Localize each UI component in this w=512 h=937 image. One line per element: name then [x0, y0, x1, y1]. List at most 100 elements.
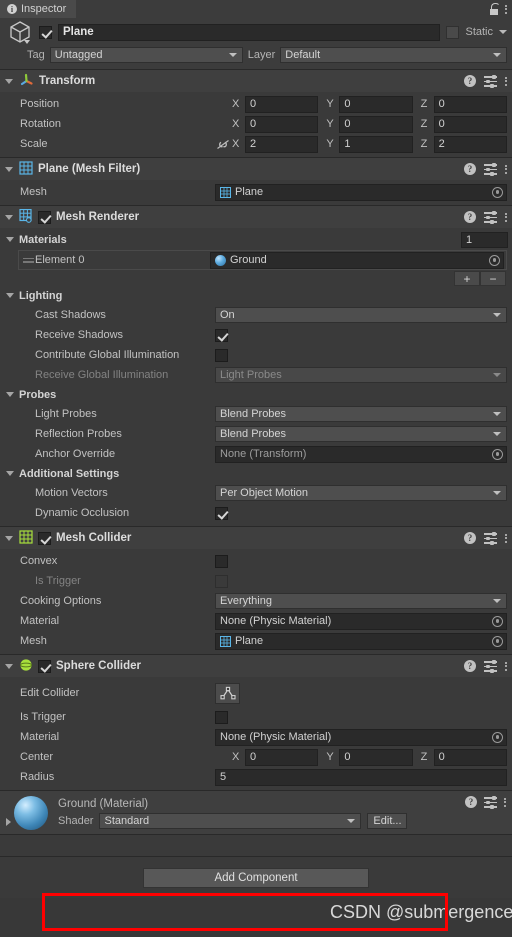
preset-icon[interactable] — [484, 211, 497, 224]
motion-vectors-dropdown[interactable]: Per Object Motion — [215, 485, 507, 501]
scale-x-input[interactable]: 2 — [245, 135, 319, 153]
component-menu-icon[interactable] — [505, 212, 507, 222]
shader-label: Shader — [58, 815, 94, 827]
shader-edit-button[interactable]: Edit... — [367, 813, 408, 829]
help-icon[interactable]: ? — [464, 163, 476, 175]
help-icon[interactable]: ? — [464, 75, 476, 87]
component-menu-icon[interactable] — [504, 797, 506, 807]
kebab-menu-icon[interactable] — [505, 4, 507, 14]
light-probes-dropdown[interactable]: Blend Probes — [215, 406, 507, 422]
object-picker-icon[interactable] — [492, 186, 503, 198]
help-icon[interactable]: ? — [465, 796, 477, 808]
position-y-input[interactable]: 0 — [339, 95, 413, 113]
gameobject-enabled-checkbox[interactable] — [39, 25, 52, 39]
collider-mesh-object-field[interactable]: Plane — [215, 632, 507, 650]
component-header-sphere-collider[interactable]: Sphere Collider ? — [0, 655, 512, 677]
component-header-mesh-collider[interactable]: Mesh Collider ? — [0, 527, 512, 549]
foldout-mesh-collider[interactable] — [4, 535, 14, 541]
convex-checkbox[interactable] — [215, 554, 228, 568]
probes-section-header[interactable]: Probes — [0, 385, 512, 404]
component-menu-icon[interactable] — [505, 533, 507, 543]
static-dropdown-arrow-icon[interactable] — [499, 30, 507, 34]
shader-dropdown[interactable]: Standard — [99, 813, 362, 829]
preset-icon[interactable] — [484, 796, 497, 809]
object-picker-icon[interactable] — [492, 448, 503, 460]
gameobject-name-input[interactable]: Plane — [58, 23, 441, 41]
component-header-mesh-filter[interactable]: Plane (Mesh Filter) ? — [0, 158, 512, 180]
position-z-input[interactable]: 0 — [433, 95, 507, 113]
additional-settings-section-header[interactable]: Additional Settings — [0, 464, 512, 483]
contribute-gi-checkbox[interactable] — [215, 348, 228, 362]
anchor-override-object-field[interactable]: None (Transform) — [215, 445, 507, 463]
remove-material-button[interactable]: − — [480, 271, 506, 286]
mesh-label: Mesh — [20, 635, 47, 647]
anchor-override-value: None (Transform) — [220, 448, 307, 460]
static-label: Static — [465, 26, 493, 38]
element-label: Element 0 — [35, 254, 85, 266]
contribute-gi-row: Contribute Global Illumination — [0, 345, 512, 365]
static-checkbox[interactable] — [446, 25, 460, 39]
component-title-transform: Transform — [39, 75, 96, 87]
mesh-collider-enabled-checkbox[interactable] — [38, 531, 51, 545]
tag-dropdown[interactable]: Untagged — [49, 47, 243, 63]
preset-icon[interactable] — [484, 532, 497, 545]
rotation-label: Rotation — [20, 118, 61, 130]
center-z-input[interactable]: 0 — [433, 748, 507, 766]
foldout-transform[interactable] — [4, 78, 14, 84]
add-material-button[interactable]: + — [454, 271, 480, 286]
is-trigger-checkbox[interactable] — [215, 710, 228, 724]
materials-size-input[interactable]: 1 — [461, 231, 508, 248]
materials-section-header[interactable]: Materials 1 — [0, 230, 512, 249]
rotation-x-input[interactable]: 0 — [245, 115, 319, 133]
component-header-transform[interactable]: Transform ? — [0, 70, 512, 92]
preset-icon[interactable] — [484, 75, 497, 88]
material-inline-preview: Ground (Material) Shader Standard Edit..… — [0, 790, 512, 834]
help-icon[interactable]: ? — [464, 211, 476, 223]
radius-input[interactable]: 5 — [215, 768, 507, 786]
component-header-mesh-renderer[interactable]: Mesh Renderer ? — [0, 206, 512, 228]
mesh-renderer-enabled-checkbox[interactable] — [38, 210, 51, 224]
chevron-down-icon — [347, 819, 356, 823]
center-x-input[interactable]: 0 — [245, 748, 319, 766]
drag-handle-icon[interactable] — [23, 257, 35, 263]
lock-icon[interactable] — [489, 3, 500, 15]
center-y-input[interactable]: 0 — [339, 748, 413, 766]
position-x-input[interactable]: 0 — [245, 95, 319, 113]
scale-link-off-icon[interactable] — [215, 139, 230, 150]
object-picker-icon[interactable] — [492, 731, 503, 743]
rotation-z-input[interactable]: 0 — [433, 115, 507, 133]
mesh-object-field[interactable]: Plane — [215, 183, 507, 201]
additional-settings-label: Additional Settings — [19, 467, 120, 480]
foldout-sphere-collider[interactable] — [4, 663, 14, 669]
component-menu-icon[interactable] — [505, 661, 507, 671]
lighting-section-header[interactable]: Lighting — [0, 286, 512, 305]
edit-collider-button[interactable] — [215, 682, 240, 704]
reflection-probes-dropdown[interactable]: Blend Probes — [215, 426, 507, 442]
object-picker-icon[interactable] — [492, 635, 503, 647]
component-menu-icon[interactable] — [505, 76, 507, 86]
preset-icon[interactable] — [484, 660, 497, 673]
foldout-mesh-filter[interactable] — [4, 166, 14, 172]
receive-shadows-checkbox[interactable] — [215, 328, 228, 342]
rotation-y-input[interactable]: 0 — [339, 115, 413, 133]
component-menu-icon[interactable] — [505, 164, 507, 174]
sphere-collider-enabled-checkbox[interactable] — [38, 659, 51, 673]
help-icon[interactable]: ? — [464, 532, 476, 544]
cast-shadows-dropdown[interactable]: On — [215, 307, 507, 323]
foldout-mesh-renderer[interactable] — [4, 214, 14, 220]
tab-inspector[interactable]: i Inspector — [0, 0, 77, 18]
object-picker-icon[interactable] — [492, 615, 503, 627]
physic-material-object-field[interactable]: None (Physic Material) — [215, 612, 507, 630]
object-picker-icon[interactable] — [489, 254, 500, 266]
dynamic-occlusion-checkbox[interactable] — [215, 506, 228, 520]
scale-y-input[interactable]: 1 — [339, 135, 413, 153]
element-0-object-field[interactable]: Ground — [210, 251, 504, 269]
add-component-button[interactable]: Add Component — [143, 867, 369, 888]
receive-gi-dropdown: Light Probes — [215, 367, 507, 383]
layer-dropdown[interactable]: Default — [280, 47, 507, 63]
sphere-physic-material-object-field[interactable]: None (Physic Material) — [215, 728, 507, 746]
preset-icon[interactable] — [484, 163, 497, 176]
help-icon[interactable]: ? — [464, 660, 476, 672]
cooking-options-dropdown[interactable]: Everything — [215, 593, 507, 609]
scale-z-input[interactable]: 2 — [433, 135, 507, 153]
